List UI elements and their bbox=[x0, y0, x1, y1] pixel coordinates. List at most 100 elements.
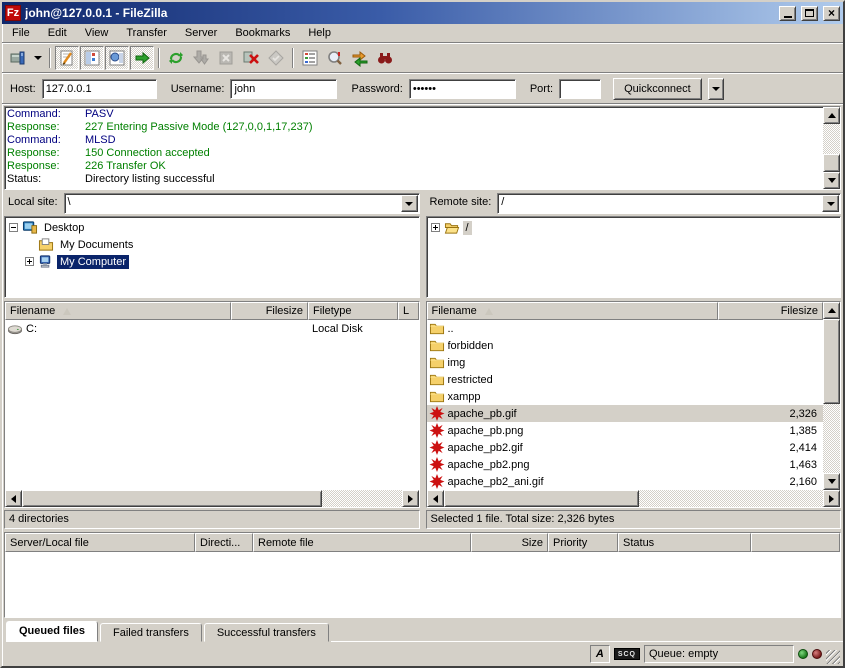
remote-file-row[interactable]: forbidden bbox=[427, 337, 824, 354]
remote-file-row[interactable]: apache_pb2.png 1,463 bbox=[427, 456, 824, 473]
column-header-server-local-file[interactable]: Server/Local file bbox=[5, 533, 195, 552]
scrollbar-track[interactable] bbox=[322, 490, 402, 507]
column-header-filename[interactable]: Filename bbox=[427, 302, 718, 320]
toggle-remote-treeview-button[interactable] bbox=[105, 46, 129, 70]
tab-queued-files[interactable]: Queued files bbox=[6, 621, 98, 642]
scroll-right-button[interactable] bbox=[823, 490, 840, 507]
collapse-expander-icon[interactable] bbox=[9, 223, 18, 232]
synchronized-browsing-button[interactable] bbox=[348, 46, 372, 70]
remote-file-row[interactable]: img bbox=[427, 354, 824, 371]
scroll-down-button[interactable] bbox=[823, 473, 840, 490]
host-input[interactable] bbox=[42, 79, 157, 99]
quickconnect-dropdown-button[interactable] bbox=[708, 78, 724, 100]
filename-filters-button[interactable] bbox=[298, 46, 322, 70]
local-file-row[interactable]: C: Local Disk bbox=[5, 320, 419, 337]
port-input[interactable] bbox=[559, 79, 601, 99]
scrollbar-thumb[interactable] bbox=[823, 154, 840, 172]
menu-file[interactable]: File bbox=[3, 25, 39, 41]
toggle-transfer-queue-button[interactable] bbox=[130, 46, 154, 70]
remote-site-combo[interactable]: / bbox=[497, 193, 841, 214]
remote-vertical-scrollbar[interactable] bbox=[823, 302, 840, 490]
menu-transfer[interactable]: Transfer bbox=[117, 25, 176, 41]
scroll-up-button[interactable] bbox=[823, 107, 840, 124]
remote-file-row[interactable]: apache_pb2_ani.gif 2,160 bbox=[427, 473, 824, 490]
scrollbar-track[interactable] bbox=[639, 490, 824, 507]
site-manager-button[interactable] bbox=[6, 46, 30, 70]
resize-grip[interactable] bbox=[826, 650, 840, 664]
reconnect-button[interactable] bbox=[264, 46, 288, 70]
scrollbar-track[interactable] bbox=[823, 124, 840, 154]
tree-item-label[interactable]: / bbox=[463, 221, 472, 235]
password-input[interactable] bbox=[409, 79, 516, 99]
scroll-right-button[interactable] bbox=[402, 490, 419, 507]
column-header-priority[interactable]: Priority bbox=[548, 533, 618, 552]
column-header-lastmodified[interactable]: L bbox=[398, 302, 419, 320]
menu-help[interactable]: Help bbox=[299, 25, 340, 41]
scroll-up-button[interactable] bbox=[823, 302, 840, 319]
menu-view[interactable]: View bbox=[76, 25, 118, 41]
scroll-left-button[interactable] bbox=[427, 490, 444, 507]
menu-bookmarks[interactable]: Bookmarks bbox=[226, 25, 299, 41]
username-input[interactable] bbox=[230, 79, 337, 99]
refresh-button[interactable] bbox=[164, 46, 188, 70]
minimize-button[interactable] bbox=[779, 6, 796, 21]
scrollbar-thumb[interactable] bbox=[444, 490, 639, 507]
site-manager-dropdown-button[interactable] bbox=[31, 46, 45, 70]
column-header-filename[interactable]: Filename bbox=[5, 302, 231, 320]
local-site-value[interactable]: \ bbox=[65, 194, 400, 213]
column-header-filetype[interactable]: Filetype bbox=[308, 302, 398, 320]
column-header-remote-file[interactable]: Remote file bbox=[253, 533, 471, 552]
directory-comparison-button[interactable] bbox=[323, 46, 347, 70]
remote-site-dropdown-button[interactable] bbox=[822, 195, 839, 212]
folder-icon bbox=[429, 355, 445, 370]
disconnect-button[interactable] bbox=[239, 46, 263, 70]
scrollbar-track[interactable] bbox=[823, 404, 840, 473]
column-header-direction[interactable]: Directi... bbox=[195, 533, 253, 552]
remote-file-row[interactable]: xampp bbox=[427, 388, 824, 405]
column-header-size[interactable]: Size bbox=[471, 533, 548, 552]
tree-item-label[interactable]: My Documents bbox=[57, 238, 136, 252]
scroll-down-button[interactable] bbox=[823, 172, 840, 189]
expand-expander-icon[interactable] bbox=[25, 257, 34, 266]
scrollbar-thumb[interactable] bbox=[823, 319, 840, 404]
remote-file-row[interactable]: restricted bbox=[427, 371, 824, 388]
local-site-combo[interactable]: \ bbox=[64, 193, 420, 214]
column-header-filesize[interactable]: Filesize bbox=[718, 302, 824, 320]
tree-item-my-computer[interactable]: My Computer bbox=[6, 253, 419, 270]
process-queue-button[interactable] bbox=[189, 46, 213, 70]
title-bar[interactable]: Fz john@127.0.0.1 - FileZilla × bbox=[2, 2, 843, 24]
log-vertical-scrollbar[interactable] bbox=[823, 107, 840, 189]
tree-item-label[interactable]: Desktop bbox=[41, 221, 87, 235]
toggle-message-log-button[interactable] bbox=[55, 46, 79, 70]
cancel-operation-button[interactable] bbox=[214, 46, 238, 70]
disconnect-icon bbox=[242, 49, 260, 67]
close-button[interactable]: × bbox=[823, 6, 840, 21]
remote-file-row[interactable]: .. bbox=[427, 320, 824, 337]
local-site-dropdown-button[interactable] bbox=[401, 195, 418, 212]
toggle-local-treeview-button[interactable] bbox=[80, 46, 104, 70]
tree-item-label[interactable]: My Computer bbox=[57, 255, 129, 269]
quickconnect-button[interactable]: Quickconnect bbox=[613, 78, 702, 100]
file-size: 1,463 bbox=[723, 459, 823, 471]
column-header-status[interactable]: Status bbox=[618, 533, 751, 552]
maximize-button[interactable] bbox=[801, 6, 818, 21]
expand-expander-icon[interactable] bbox=[431, 223, 440, 232]
menu-server[interactable]: Server bbox=[176, 25, 226, 41]
remote-horizontal-scrollbar[interactable] bbox=[427, 490, 841, 507]
remote-file-row[interactable]: apache_pb2.gif 2,414 bbox=[427, 439, 824, 456]
remote-site-value[interactable]: / bbox=[498, 194, 821, 213]
remote-file-row[interactable]: apache_pb.png 1,385 bbox=[427, 422, 824, 439]
tab-failed-transfers[interactable]: Failed transfers bbox=[100, 623, 202, 642]
tab-successful-transfers[interactable]: Successful transfers bbox=[204, 623, 329, 642]
tree-item-root[interactable]: / bbox=[428, 219, 841, 236]
queue-tabs: Queued files Failed transfers Successful… bbox=[2, 618, 843, 642]
menu-edit[interactable]: Edit bbox=[39, 25, 76, 41]
scroll-left-button[interactable] bbox=[5, 490, 22, 507]
scrollbar-thumb[interactable] bbox=[22, 490, 322, 507]
tree-item-my-documents[interactable]: My Documents bbox=[6, 236, 419, 253]
find-files-button[interactable] bbox=[373, 46, 397, 70]
column-header-filesize[interactable]: Filesize bbox=[231, 302, 308, 320]
local-horizontal-scrollbar[interactable] bbox=[5, 490, 419, 507]
remote-file-row-selected[interactable]: apache_pb.gif 2,326 bbox=[427, 405, 824, 422]
tree-item-desktop[interactable]: Desktop bbox=[6, 219, 419, 236]
